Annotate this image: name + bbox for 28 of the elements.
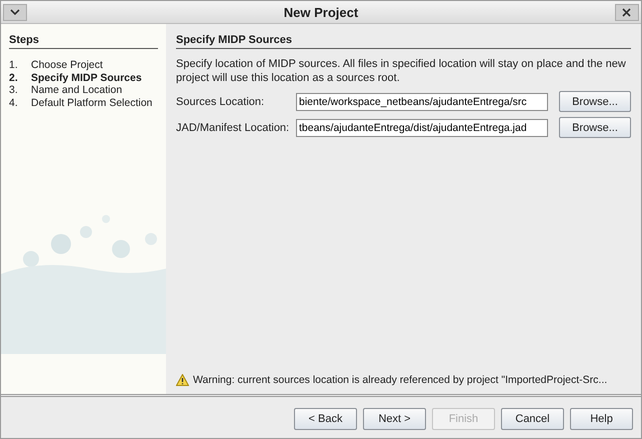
step-number: 1. bbox=[9, 59, 19, 72]
window-menu-button[interactable] bbox=[3, 4, 27, 20]
field-label: JAD/Manifest Location: bbox=[176, 122, 290, 134]
step-label: Name and Location bbox=[31, 84, 122, 96]
step-label: Default Platform Selection bbox=[31, 96, 152, 109]
close-button[interactable] bbox=[614, 4, 639, 20]
dialog-button[interactable]: < Back bbox=[294, 408, 357, 430]
step-number: 3. bbox=[9, 84, 19, 96]
step-number: 4. bbox=[9, 96, 19, 109]
description-text: Specify location of MIDP sources. All files in specified location will stay on place and the new project will use this location as a sources root. bbox=[176, 57, 627, 85]
dialog-button[interactable]: Cancel bbox=[501, 408, 564, 430]
dialog-button[interactable]: Help bbox=[570, 408, 633, 430]
panel-heading: Specify MIDP Sources bbox=[176, 34, 631, 49]
step-number: 2. bbox=[9, 72, 19, 84]
warning-text: Warning: current sources location is already referenced by project "ImportedProject-Src... bbox=[193, 374, 608, 386]
location-field[interactable]: tbeans/ajudanteEntrega/dist/ajudanteEntrega.jad bbox=[296, 118, 548, 136]
chevron-down-icon bbox=[10, 9, 20, 15]
field-label: Sources Location: bbox=[176, 96, 266, 108]
browse-button[interactable]: Browse... bbox=[559, 117, 631, 138]
close-icon bbox=[622, 8, 632, 16]
window-title: New Project bbox=[284, 4, 358, 20]
location-field[interactable]: biente/workspace_netbeans/ajudanteEntrega/src bbox=[296, 92, 548, 110]
step-label: Choose Project bbox=[31, 59, 103, 72]
step-label: Specify MIDP Sources bbox=[31, 72, 142, 84]
browse-button[interactable]: Browse... bbox=[559, 91, 631, 112]
dialog-button[interactable]: Next > bbox=[363, 408, 426, 430]
warning-icon bbox=[176, 374, 189, 386]
steps-heading: Steps bbox=[9, 34, 158, 49]
